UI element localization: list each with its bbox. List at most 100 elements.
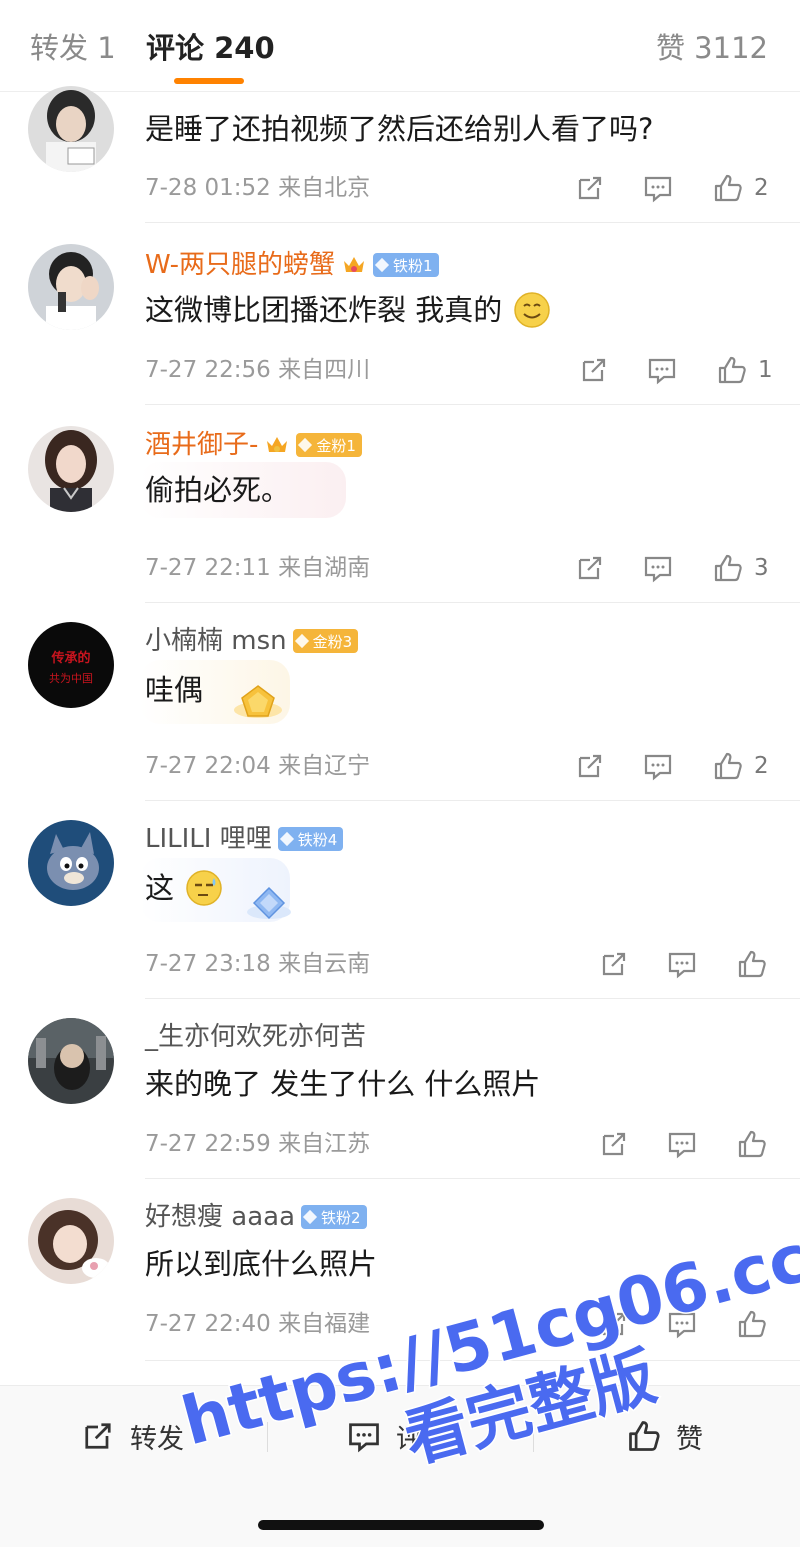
like-button[interactable]: 2 — [712, 749, 769, 783]
username[interactable]: 好想瘦 aaaa — [145, 1200, 295, 1234]
comment-item: LILILI 哩哩 铁粉4 这 7-27 23:18 来自云南 — [0, 802, 800, 1000]
avatar[interactable] — [28, 1018, 114, 1104]
like-count: 2 — [754, 175, 769, 201]
like-label: 赞 — [676, 1423, 703, 1455]
fan-badge: 铁粉4 — [277, 827, 344, 851]
share-button[interactable] — [578, 353, 610, 387]
username-row: 酒井御子- 金粉1 — [145, 428, 362, 462]
avatar[interactable] — [28, 820, 114, 906]
share-icon — [602, 952, 626, 976]
comment-label: 评论 — [396, 1423, 450, 1455]
share-icon — [602, 1132, 626, 1156]
like-count: 1 — [758, 357, 773, 383]
like-button[interactable] — [736, 1127, 768, 1161]
comment-icon — [648, 358, 676, 385]
reply-button[interactable] — [642, 171, 674, 205]
like-button[interactable]: 2 — [712, 171, 769, 205]
comment-meta: 7-27 22:56 来自四川 — [145, 357, 371, 383]
thumbs-up-icon — [738, 950, 766, 978]
like-button[interactable] — [736, 1307, 768, 1341]
like-button[interactable]: 1 — [716, 353, 773, 387]
reply-button[interactable] — [666, 1127, 698, 1161]
comment-text: 来的晚了 发生了什么 什么照片 — [145, 1067, 541, 1101]
gem-icon — [294, 633, 309, 649]
avatar[interactable] — [28, 244, 114, 330]
crown-icon — [267, 437, 288, 452]
fan-badge: 铁粉1 — [373, 253, 439, 277]
comment-meta: 7-27 22:40 来自福建 — [145, 1311, 371, 1337]
iron-fan-gem-icon — [247, 886, 291, 920]
reply-button[interactable] — [666, 1307, 698, 1341]
comment-item: 酒井御子- 金粉1 偷拍必死。 7-27 22:11 来自湖南 3 — [0, 406, 800, 604]
share-button[interactable] — [574, 171, 606, 205]
tab-repost[interactable]: 转发 1 — [30, 30, 116, 66]
share-button[interactable] — [574, 551, 606, 585]
thumbs-up-icon — [738, 1130, 766, 1158]
username[interactable]: LILILI 哩哩 — [145, 822, 272, 856]
divider — [145, 602, 800, 603]
share-button[interactable] — [598, 947, 630, 981]
comment-icon — [668, 952, 696, 979]
thumbs-up-icon — [629, 1421, 660, 1451]
gem-icon — [374, 257, 390, 273]
comment-icon — [349, 1423, 379, 1453]
share-icon — [85, 1423, 111, 1449]
tab-like[interactable]: 赞 3112 — [656, 30, 768, 66]
like-count: 3 — [754, 555, 769, 581]
share-button[interactable] — [574, 749, 606, 783]
tab-comment[interactable]: 评论 240 — [146, 30, 275, 66]
comment-text: 是睡了还拍视频了然后还给别人看了吗? — [145, 112, 654, 146]
username-row: 好想瘦 aaaa 铁粉2 — [145, 1200, 367, 1234]
like-button[interactable] — [736, 947, 768, 981]
username-row: W-两只腿的螃蟹 铁粉1 — [145, 248, 439, 282]
share-button[interactable] — [598, 1127, 630, 1161]
comment-icon — [644, 754, 672, 781]
username[interactable]: _生亦何欢死亦何苦 — [145, 1020, 366, 1054]
like-button[interactable]: 3 — [712, 551, 769, 585]
divider — [533, 1422, 534, 1452]
comment-item: W-两只腿的螃蟹 铁粉1 这微博比团播还炸裂 我真的 7-27 22:56 来自… — [0, 224, 800, 406]
gem-icon — [298, 437, 313, 453]
comment-icon — [644, 176, 672, 203]
avatar[interactable] — [28, 426, 114, 512]
avatar[interactable]: 传承的 共为中国 — [28, 622, 114, 708]
smile-emoji-icon — [514, 292, 550, 328]
thumbs-up-icon — [738, 1310, 766, 1338]
comment-meta: 7-27 22:04 来自辽宁 — [145, 753, 371, 779]
comment-item: 传承的 共为中国 小楠楠 msn 金粉3 哇偶 7-27 22:04 来自辽宁 … — [0, 604, 800, 802]
divider — [145, 800, 800, 801]
username-row: LILILI 哩哩 铁粉4 — [145, 822, 344, 856]
share-icon — [578, 754, 602, 778]
comment-text: 这 — [145, 868, 224, 908]
like-post-button[interactable]: 赞 — [626, 1416, 703, 1456]
thumbs-up-icon — [714, 174, 742, 202]
share-icon — [582, 358, 606, 382]
comment-icon — [644, 556, 672, 583]
avatar[interactable] — [28, 1198, 114, 1284]
username[interactable]: 酒井御子- — [145, 428, 258, 462]
tab-active-indicator — [174, 78, 244, 84]
reply-button[interactable] — [642, 749, 674, 783]
like-count: 2 — [754, 753, 769, 779]
username[interactable]: W-两只腿的螃蟹 — [145, 248, 335, 282]
reply-button[interactable] — [666, 947, 698, 981]
fan-badge: 金粉1 — [296, 433, 362, 457]
avatar[interactable] — [28, 86, 114, 172]
share-button[interactable] — [598, 1307, 630, 1341]
comment-text: 哇偶 — [145, 673, 204, 707]
comment-meta: 7-27 23:18 来自云南 — [145, 951, 371, 977]
comment-item: 好想瘦 aaaa 铁粉2 所以到底什么照片 7-27 22:40 来自福建 — [0, 1180, 800, 1362]
repost-button[interactable]: 转发 — [80, 1416, 184, 1456]
share-icon — [578, 556, 602, 580]
username[interactable]: 小楠楠 msn — [145, 624, 287, 658]
comment-text: 这微博比团播还炸裂 我真的 — [145, 290, 552, 330]
reply-button[interactable] — [646, 353, 678, 387]
crown-icon — [344, 257, 365, 272]
username-row: 小楠楠 msn 金粉3 — [145, 624, 359, 658]
fan-badge: 铁粉2 — [301, 1205, 367, 1229]
fan-badge: 金粉3 — [292, 629, 359, 653]
comment-button[interactable]: 评论 — [346, 1416, 450, 1456]
thumbs-up-icon — [718, 356, 746, 384]
reply-button[interactable] — [642, 551, 674, 585]
avatar-text-line2: 共为中国 — [49, 672, 93, 685]
